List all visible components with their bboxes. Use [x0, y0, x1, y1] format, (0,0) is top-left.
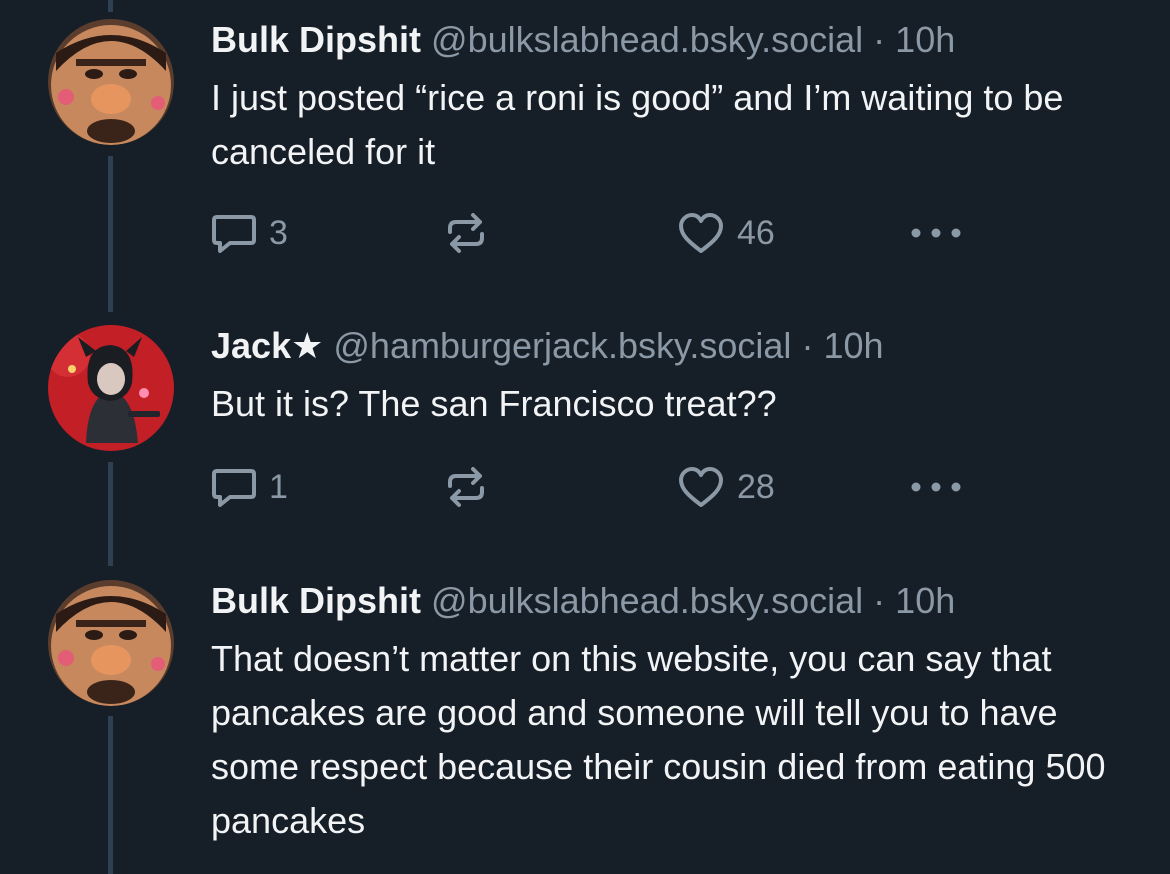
- reply-button[interactable]: 1: [211, 462, 288, 512]
- like-count: 28: [737, 467, 775, 506]
- post-time[interactable]: 10h: [895, 580, 955, 621]
- more-options-button[interactable]: [909, 208, 963, 258]
- post[interactable]: Bulk Dipshit @bulkslabhead.bsky.social ·…: [0, 0, 1170, 300]
- author-handle[interactable]: @bulkslabhead.bsky.social: [431, 19, 863, 60]
- post[interactable]: Bulk Dipshit @bulkslabhead.bsky.social ·…: [0, 560, 1170, 874]
- post-meta: Jack★ @hamburgerjack.bsky.social · 10h: [211, 323, 1130, 369]
- reply-button[interactable]: 3: [211, 208, 288, 258]
- post-text: That doesn’t matter on this website, you…: [211, 638, 1106, 841]
- meta-separator: ·: [873, 580, 886, 621]
- post[interactable]: Jack★ @hamburgerjack.bsky.social · 10h B…: [0, 300, 1170, 560]
- author-name[interactable]: Bulk Dipshit: [211, 19, 421, 60]
- post-text: I just posted “rice a roni is good” and …: [211, 77, 1064, 172]
- repost-button[interactable]: [443, 462, 489, 512]
- author-name[interactable]: Bulk Dipshit: [211, 580, 421, 621]
- ellipsis-icon: [909, 480, 963, 494]
- post-text: But it is? The san Francisco treat??: [211, 383, 777, 424]
- heart-outline-icon: [677, 465, 725, 509]
- author-handle[interactable]: @hamburgerjack.bsky.social: [333, 325, 791, 366]
- reply-count: 1: [269, 467, 288, 506]
- avatar[interactable]: [48, 19, 174, 145]
- post-time[interactable]: 10h: [895, 19, 955, 60]
- meta-separator: ·: [873, 19, 886, 60]
- author-handle[interactable]: @bulkslabhead.bsky.social: [431, 580, 863, 621]
- ellipsis-icon: [909, 226, 963, 240]
- speech-bubble-icon: [211, 212, 257, 254]
- reply-count: 3: [269, 213, 288, 252]
- heart-outline-icon: [677, 211, 725, 255]
- speech-bubble-icon: [211, 466, 257, 508]
- avatar[interactable]: [48, 580, 174, 706]
- post-meta: Bulk Dipshit @bulkslabhead.bsky.social ·…: [211, 578, 1130, 624]
- like-count: 46: [737, 213, 775, 252]
- author-name[interactable]: Jack★: [211, 325, 323, 366]
- avatar[interactable]: [48, 325, 174, 451]
- post-actions: 1 28: [211, 462, 971, 512]
- more-options-button[interactable]: [909, 462, 963, 512]
- repost-arrows-icon: [443, 210, 489, 256]
- post-actions: 3 46: [211, 208, 971, 258]
- repost-arrows-icon: [443, 464, 489, 510]
- repost-button[interactable]: [443, 208, 489, 258]
- like-button[interactable]: 28: [677, 462, 775, 512]
- post-time[interactable]: 10h: [823, 325, 883, 366]
- meta-separator: ·: [801, 325, 814, 366]
- post-meta: Bulk Dipshit @bulkslabhead.bsky.social ·…: [211, 17, 1130, 63]
- like-button[interactable]: 46: [677, 208, 775, 258]
